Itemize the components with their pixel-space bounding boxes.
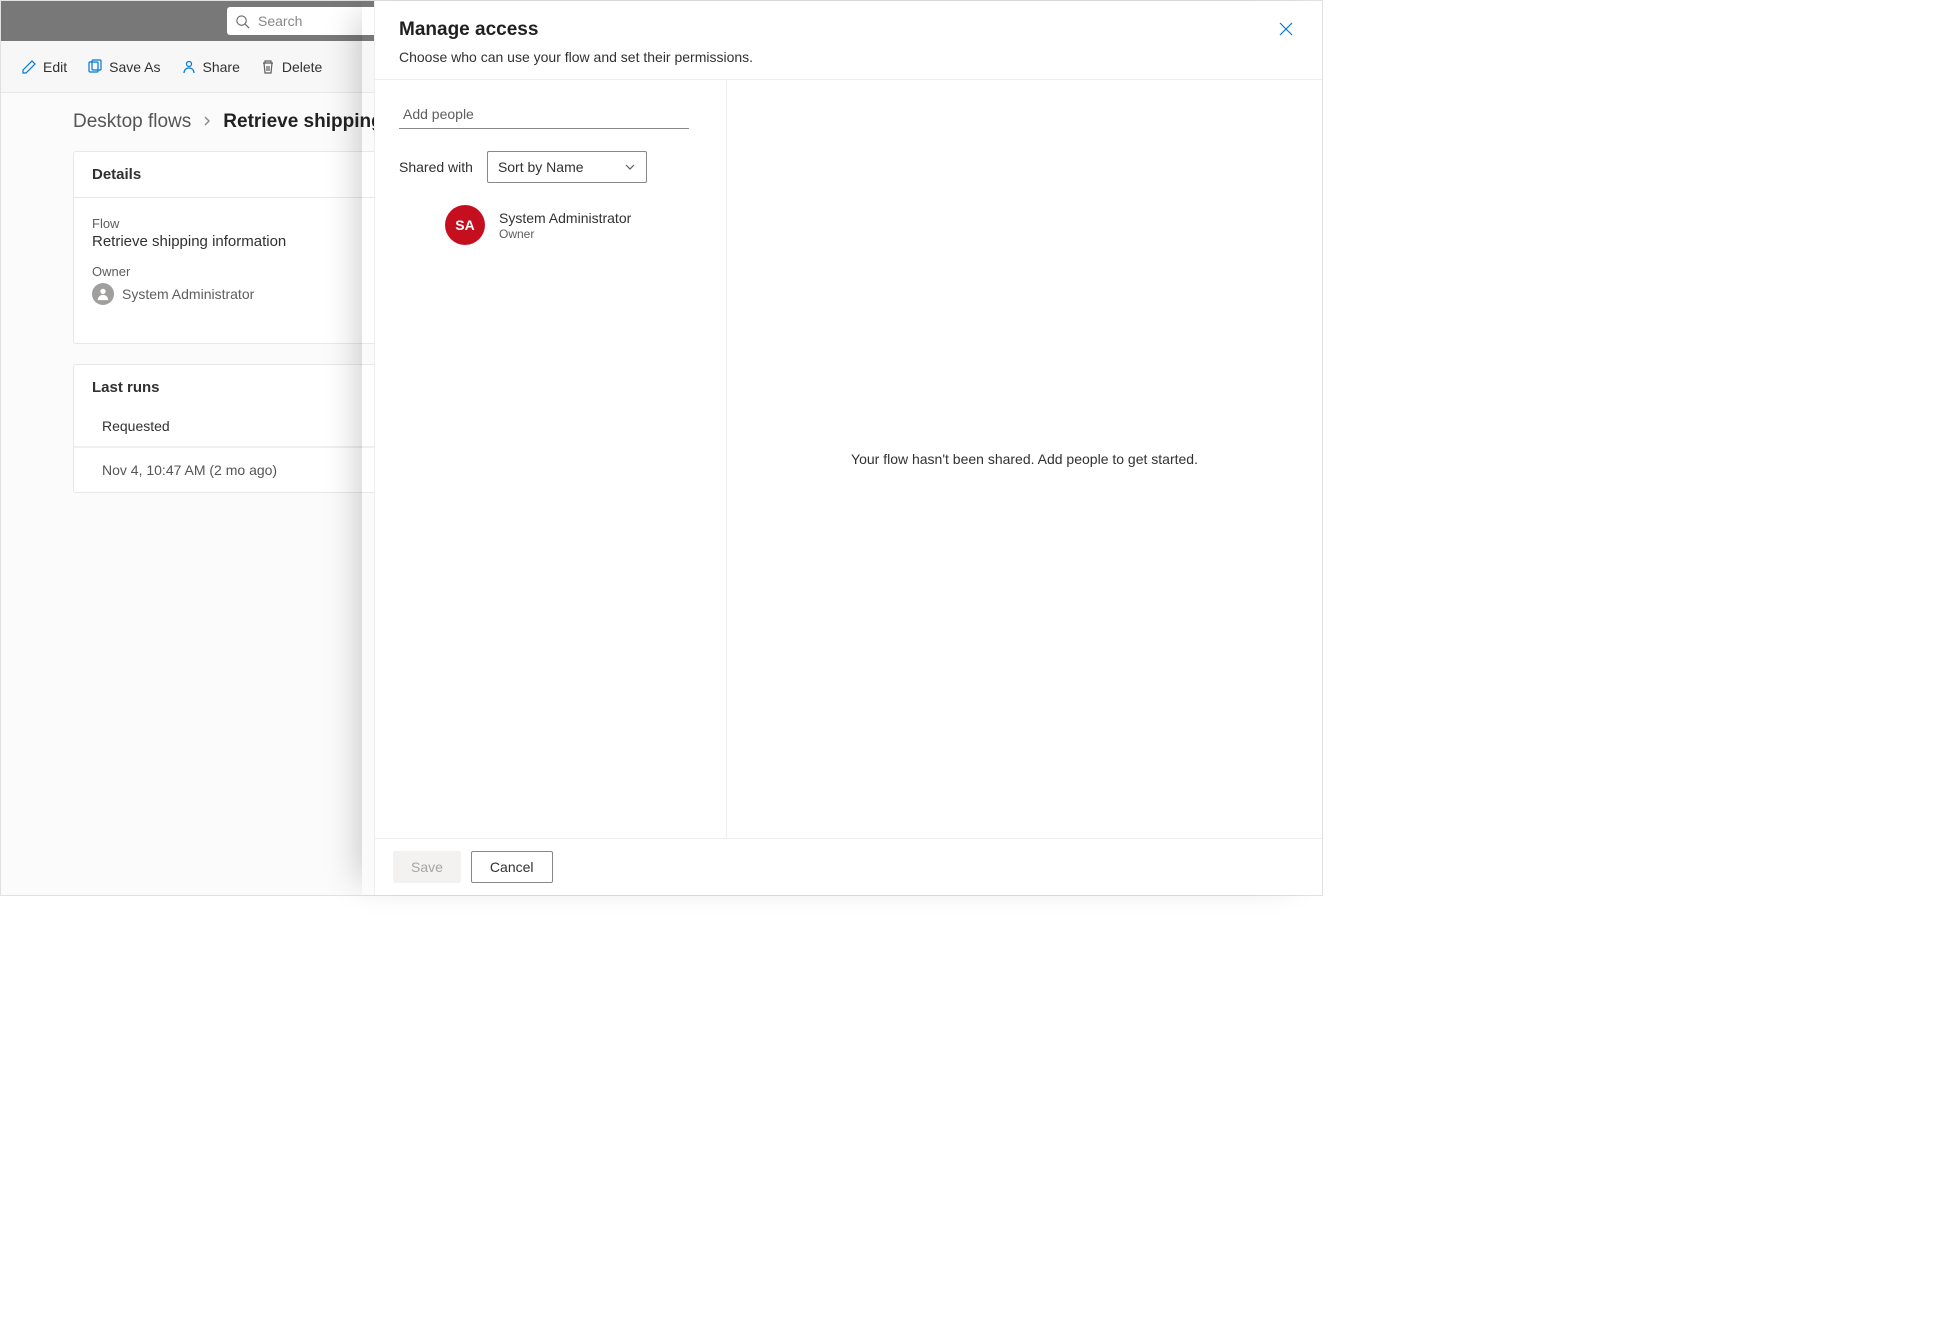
modal-right-pane: Your flow hasn't been shared. Add people…: [727, 80, 1322, 838]
person-icon: [92, 283, 114, 305]
save-as-icon: [87, 59, 103, 75]
search-placeholder: Search: [258, 13, 302, 29]
chevron-down-icon: [624, 161, 636, 173]
share-button[interactable]: Share: [173, 53, 248, 81]
breadcrumb-root[interactable]: Desktop flows: [73, 111, 191, 133]
close-button[interactable]: [1274, 17, 1298, 46]
delete-icon: [260, 59, 276, 75]
modal-subtitle: Choose who can use your flow and set the…: [399, 49, 1274, 65]
shared-with-label: Shared with: [399, 159, 473, 175]
owner-name: System Administrator: [122, 286, 254, 302]
modal-footer: Save Cancel: [375, 838, 1322, 895]
empty-state-message: Your flow hasn't been shared. Add people…: [851, 451, 1198, 467]
save-button[interactable]: Save: [393, 851, 461, 883]
search-icon: [235, 14, 250, 29]
person-role: Owner: [499, 227, 631, 241]
avatar: SA: [445, 205, 485, 245]
sort-dropdown[interactable]: Sort by Name: [487, 151, 647, 183]
breadcrumb-current: Retrieve shipping i: [223, 111, 393, 133]
edit-button[interactable]: Edit: [13, 53, 75, 81]
cancel-button[interactable]: Cancel: [471, 851, 553, 883]
sort-dropdown-value: Sort by Name: [498, 159, 584, 175]
modal-left-pane: Shared with Sort by Name SA System Admin…: [375, 80, 727, 838]
share-icon: [181, 59, 197, 75]
modal-header: Manage access Choose who can use your fl…: [375, 1, 1322, 80]
manage-access-panel: Manage access Choose who can use your fl…: [374, 1, 1322, 895]
shared-person-row[interactable]: SA System Administrator Owner: [399, 205, 702, 245]
edit-label: Edit: [43, 59, 67, 75]
share-label: Share: [203, 59, 240, 75]
close-icon: [1278, 21, 1294, 37]
delete-label: Delete: [282, 59, 322, 75]
add-people-input[interactable]: [399, 100, 689, 129]
modal-title: Manage access: [399, 19, 1274, 41]
chevron-right-icon: [201, 111, 213, 133]
person-name: System Administrator: [499, 210, 631, 226]
delete-button[interactable]: Delete: [252, 53, 330, 81]
edit-icon: [21, 59, 37, 75]
save-as-button[interactable]: Save As: [79, 53, 168, 81]
save-as-label: Save As: [109, 59, 160, 75]
